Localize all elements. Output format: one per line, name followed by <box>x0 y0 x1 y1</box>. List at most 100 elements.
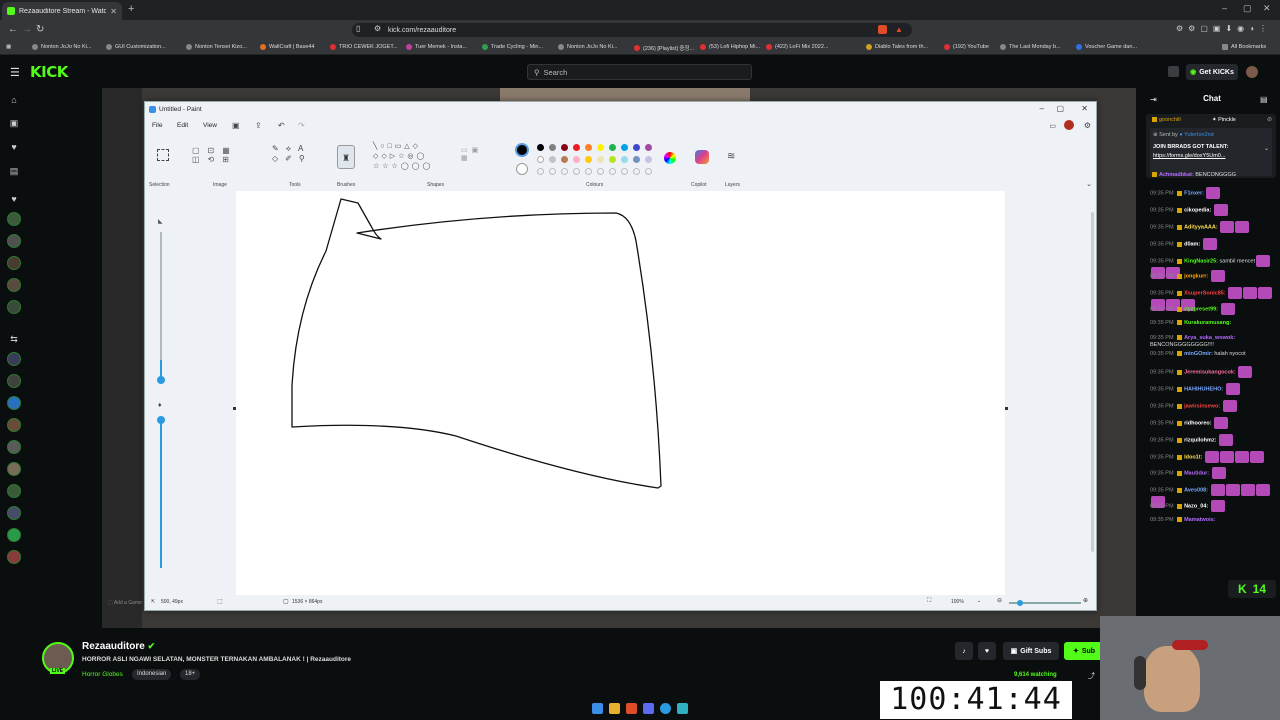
bookmark-item[interactable]: (422) LoFi Mix 2022... <box>766 44 829 50</box>
chat-message[interactable]: 09:35 PM rizquilohmz: <box>1150 434 1278 446</box>
message-username[interactable]: Mautidur: <box>1184 470 1209 476</box>
message-username[interactable]: jongkurr: <box>1184 273 1208 279</box>
edge-icon[interactable] <box>660 702 671 714</box>
shape-outline-icons[interactable]: ▭▣ ▦ <box>461 146 482 162</box>
chat-message[interactable]: 09:35 PM HAHIHUHEHO: <box>1150 383 1278 395</box>
settings-icon[interactable]: ⚙ <box>1084 121 1091 130</box>
tag-mature[interactable]: 18+ <box>180 669 201 680</box>
edit-colors-icon[interactable] <box>664 152 676 164</box>
pinned-message[interactable]: goonchill ✦ Pinckle ⊘ ⊕ Sent by ● Yutert… <box>1146 114 1276 178</box>
chat-message[interactable]: 09:35 PM Idoo1t: <box>1150 451 1278 463</box>
chat-message[interactable]: 09:35 PM Jeremisukangocok: <box>1150 366 1278 378</box>
tag-language[interactable]: Indonesian <box>132 669 172 680</box>
message-username[interactable]: Arya_suka_wowok: <box>1184 335 1235 341</box>
all-bookmarks[interactable]: All Bookmarks <box>1222 44 1266 50</box>
palette-swatch[interactable] <box>537 156 544 163</box>
custom-color-slot[interactable] <box>549 168 556 175</box>
chat-message[interactable]: 09:35 PM Nazo_04: <box>1150 500 1278 512</box>
bookmark-icon[interactable]: ▯ <box>356 24 360 33</box>
layers-icon[interactable]: ≋ <box>727 151 735 162</box>
notification-bell-icon[interactable]: ♪ <box>955 642 973 660</box>
custom-color-slot[interactable] <box>585 168 592 175</box>
menu-icon[interactable]: ☰ <box>10 66 20 79</box>
zoom-in-icon[interactable]: ⊕ <box>1083 597 1088 604</box>
custom-color-slot[interactable] <box>609 168 616 175</box>
size-slider-track[interactable] <box>160 232 162 380</box>
followed-channel-avatar[interactable] <box>7 300 21 314</box>
palette-swatch[interactable] <box>537 144 544 151</box>
close-window-icon[interactable]: ✕ <box>1263 3 1271 14</box>
followed-channel-avatar[interactable] <box>7 256 21 270</box>
category-link[interactable]: Horror Globes <box>82 671 123 678</box>
drawing-canvas[interactable] <box>236 191 1005 595</box>
message-username[interactable]: Nazo_04: <box>1184 503 1208 509</box>
bookmark-item[interactable]: Nonton JoJo No Ki... <box>558 44 617 50</box>
recommended-channel-avatar[interactable] <box>7 484 21 498</box>
palette-swatch[interactable] <box>609 144 616 151</box>
palette-swatch[interactable] <box>621 156 628 163</box>
expand-icon[interactable]: ⌄ <box>1264 145 1269 152</box>
selection-icon[interactable] <box>157 149 169 161</box>
message-username[interactable]: AdityyaAAA: <box>1184 224 1218 230</box>
custom-color-slot[interactable] <box>537 168 544 175</box>
chat-message[interactable]: Achmadbkat: BENCONGGGG <box>1150 172 1278 179</box>
address-bar[interactable]: kick.com/rezaauditore <box>352 23 912 37</box>
chat-message[interactable]: 09:35 PM minGOmir: halah nyocot <box>1150 351 1278 358</box>
message-username[interactable]: Mamatwois: <box>1184 517 1215 523</box>
opacity-slider[interactable] <box>160 418 162 568</box>
browse-icon[interactable]: ▣ <box>8 117 20 129</box>
chat-message[interactable]: 09:35 PM ridhooreo: <box>1150 417 1278 429</box>
message-username[interactable]: Idoo1t: <box>1184 454 1202 460</box>
browse-icon[interactable] <box>1168 66 1179 77</box>
new-tab-icon[interactable]: + <box>128 3 134 15</box>
palette-swatch[interactable] <box>597 144 604 151</box>
message-username[interactable]: Aves008: <box>1184 487 1208 493</box>
bookmark-item[interactable]: Tuer Memek - Insta... <box>406 44 467 50</box>
chat-message[interactable]: 09:35 PM Arya_suka_wowok: BENCONGGGGGGGG… <box>1150 335 1278 349</box>
custom-color-slot[interactable] <box>573 168 580 175</box>
zoom-slider-thumb[interactable] <box>1017 600 1023 606</box>
canvas-resize-handle[interactable] <box>233 407 236 410</box>
browser-toolbar-icons[interactable]: ⚙⚙▢▣⬇◉◑⋮ <box>1176 24 1272 33</box>
image-tools-icons[interactable]: ▢⊡▦ ◫⟲⊞ <box>192 146 252 164</box>
fit-to-window-icon[interactable]: ⛶ <box>927 598 931 605</box>
user-avatar[interactable] <box>1246 66 1258 78</box>
message-username[interactable]: jawirsinsewo: <box>1184 403 1220 409</box>
collapse-ribbon-icon[interactable]: ⌄ <box>1086 180 1092 188</box>
recommended-channel-avatar[interactable] <box>7 440 21 454</box>
message-username[interactable]: rizquilohmz: <box>1184 437 1216 443</box>
minimize-icon[interactable]: – <box>1222 3 1227 13</box>
canvas-resize-handle[interactable] <box>1005 407 1008 410</box>
share-icon[interactable]: ⤴ <box>1088 671 1095 681</box>
bookmark-item[interactable]: Voucher Game dan... <box>1076 44 1137 50</box>
site-info-icon[interactable]: ⚙ <box>374 24 381 33</box>
recommended-channel-avatar[interactable] <box>7 374 21 388</box>
followed-channel-avatar[interactable] <box>7 234 21 248</box>
close-tab-icon[interactable]: ✕ <box>110 7 117 16</box>
menu-file[interactable]: File <box>152 122 162 129</box>
bookmark-item[interactable]: The Last Monday b... <box>1000 44 1061 50</box>
custom-color-slot[interactable] <box>597 168 604 175</box>
message-username[interactable]: KingNasir25: <box>1184 258 1218 264</box>
chat-message[interactable]: 09:35 PM AdityyaAAA: <box>1150 221 1278 233</box>
palette-swatch[interactable] <box>585 156 592 163</box>
browser-tab[interactable]: Rezaauditore Stream - Watc ✕ <box>2 2 122 20</box>
chat-message[interactable]: 09:35 PM F1nxer: <box>1150 187 1278 199</box>
reload-icon[interactable]: ↻ <box>36 24 44 35</box>
bookmark-item[interactable]: (192) YouTube <box>944 44 989 50</box>
chat-message[interactable]: 09:35 PM riyzpreset99: <box>1150 303 1278 315</box>
primary-color[interactable] <box>515 143 529 157</box>
custom-color-slot[interactable] <box>621 168 628 175</box>
pinned-link[interactable]: https://forms.gle/doxY5Um0... <box>1153 153 1225 159</box>
account-avatar[interactable] <box>1064 120 1074 130</box>
redo-icon[interactable]: ↷ <box>298 121 305 130</box>
palette-swatch[interactable] <box>549 156 556 163</box>
recommended-channel-avatar[interactable] <box>7 352 21 366</box>
message-username[interactable]: minGOmir: <box>1184 351 1213 357</box>
alert-icon[interactable]: ▲ <box>895 25 903 34</box>
recommended-channel-avatar[interactable] <box>7 506 21 520</box>
recommended-channel-avatar[interactable] <box>7 550 21 564</box>
recommended-channel-avatar[interactable] <box>7 462 21 476</box>
gift-subs-button[interactable]: ▣ Gift Subs <box>1003 642 1059 660</box>
back-icon[interactable]: ← <box>8 24 18 35</box>
